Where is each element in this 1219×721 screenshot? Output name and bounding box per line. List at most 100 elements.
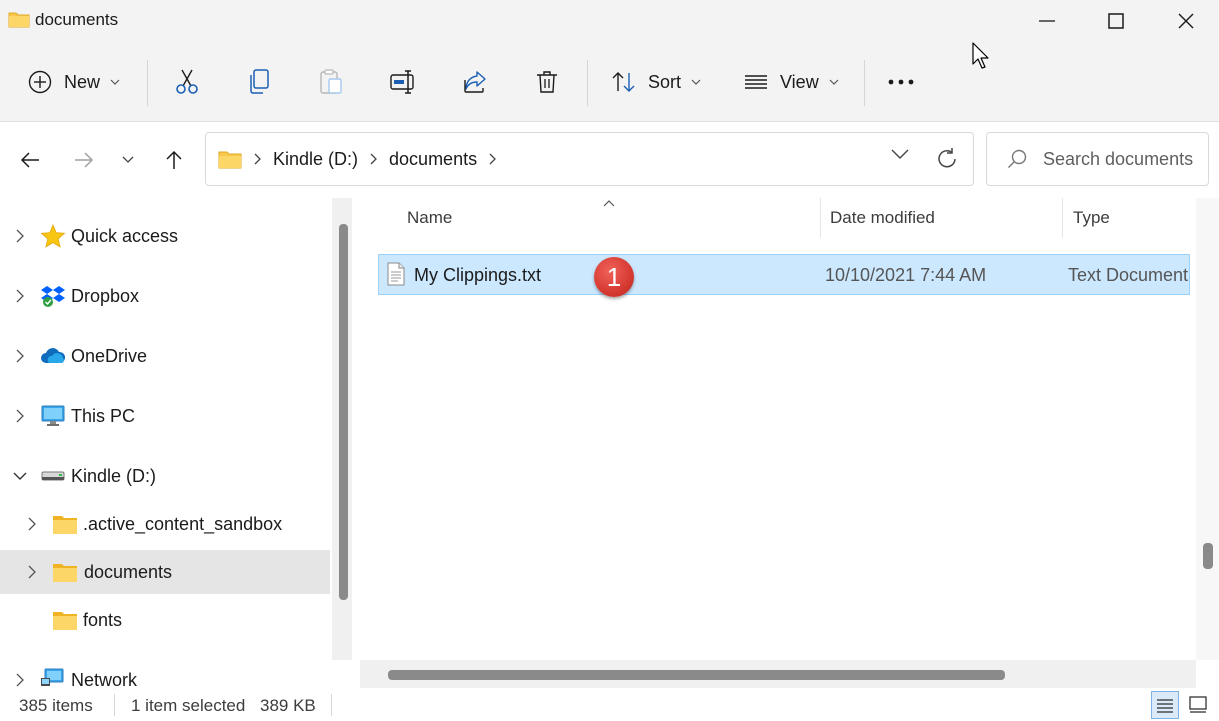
sort-ascending-icon bbox=[603, 200, 615, 207]
arrow-up-icon bbox=[166, 150, 182, 169]
column-divider[interactable] bbox=[1062, 198, 1063, 238]
tiles-view-icon bbox=[1189, 696, 1207, 713]
share-button[interactable] bbox=[455, 64, 495, 100]
folder-icon bbox=[8, 12, 30, 28]
status-divider bbox=[331, 694, 332, 716]
tiles-view-button[interactable] bbox=[1184, 691, 1212, 719]
paste-button[interactable] bbox=[311, 64, 351, 100]
scissors-icon bbox=[176, 69, 198, 94]
address-bar[interactable]: Kindle (D:) documents bbox=[205, 132, 974, 186]
text-file-icon bbox=[387, 262, 405, 286]
nav-item-label: fonts bbox=[83, 609, 123, 630]
folder-icon bbox=[52, 560, 78, 584]
nav-pane-scrollbar[interactable] bbox=[332, 198, 352, 660]
up-button[interactable] bbox=[156, 142, 192, 178]
minimize-button[interactable] bbox=[1012, 0, 1082, 42]
scrollbar-thumb[interactable] bbox=[388, 670, 1005, 680]
nav-item-fonts[interactable]: fonts bbox=[0, 598, 330, 642]
file-list: Name Date modified Type My Clippings.txt… bbox=[360, 198, 1196, 660]
maximize-button[interactable] bbox=[1081, 0, 1151, 42]
copy-button[interactable] bbox=[239, 64, 279, 100]
column-header-name[interactable]: Name bbox=[407, 198, 452, 238]
nav-item-label: documents bbox=[84, 561, 173, 582]
back-button[interactable] bbox=[12, 142, 48, 178]
forward-button[interactable] bbox=[66, 142, 102, 178]
chevron-right-icon[interactable] bbox=[370, 153, 377, 165]
more-icon bbox=[888, 79, 914, 85]
search-icon bbox=[1008, 149, 1027, 168]
mouse-cursor-icon bbox=[972, 42, 989, 69]
dropbox-icon bbox=[40, 284, 66, 308]
toolbar-divider bbox=[864, 60, 865, 106]
close-button[interactable] bbox=[1151, 0, 1219, 42]
sort-button[interactable]: Sort bbox=[612, 62, 701, 102]
chevron-right-icon[interactable] bbox=[22, 562, 42, 582]
sort-icon bbox=[612, 72, 635, 92]
nav-item-documents[interactable]: documents bbox=[0, 550, 330, 594]
toolbar-divider bbox=[147, 60, 148, 106]
column-divider[interactable] bbox=[820, 198, 821, 238]
window-title: documents bbox=[35, 10, 119, 29]
nav-item-kindle[interactable]: Kindle (D:) bbox=[0, 454, 330, 498]
nav-item-active-content-sandbox[interactable]: .active_content_sandbox bbox=[0, 502, 330, 546]
cut-button[interactable] bbox=[167, 64, 207, 100]
folder-icon bbox=[218, 151, 242, 169]
column-date-label: Date modified bbox=[830, 208, 935, 227]
command-bar: New Sort View bbox=[0, 42, 1219, 122]
search-box[interactable]: Search documents bbox=[986, 132, 1209, 186]
list-view-icon bbox=[745, 75, 767, 89]
breadcrumb-kindle[interactable]: Kindle (D:) bbox=[273, 149, 358, 170]
address-dropdown-icon[interactable] bbox=[891, 149, 909, 159]
step-number-badge: 1 bbox=[594, 257, 634, 297]
more-options-button[interactable] bbox=[881, 64, 921, 100]
folder-icon bbox=[52, 608, 78, 632]
nav-item-label: .active_content_sandbox bbox=[83, 513, 283, 534]
file-list-scrollbar[interactable] bbox=[1196, 198, 1219, 660]
folder-icon bbox=[52, 512, 78, 536]
details-view-button[interactable] bbox=[1151, 691, 1179, 719]
delete-button[interactable] bbox=[527, 64, 567, 100]
chevron-down-icon[interactable] bbox=[10, 466, 30, 486]
table-row[interactable]: My Clippings.txt 1 10/10/2021 7:44 AM Te… bbox=[378, 254, 1190, 297]
chevron-right-icon[interactable] bbox=[10, 346, 30, 366]
search-placeholder: Search documents bbox=[1043, 148, 1194, 169]
nav-item-onedrive[interactable]: OneDrive bbox=[0, 334, 330, 378]
horizontal-scrollbar[interactable] bbox=[360, 660, 1196, 688]
chevron-down-icon bbox=[122, 156, 134, 163]
maximize-icon bbox=[1108, 13, 1124, 29]
breadcrumb-documents[interactable]: documents bbox=[389, 149, 477, 170]
nav-item-quick-access[interactable]: Quick access bbox=[0, 214, 330, 258]
onedrive-icon bbox=[40, 344, 66, 368]
drive-icon bbox=[40, 464, 66, 488]
new-label: New bbox=[64, 71, 101, 92]
trash-icon bbox=[537, 71, 557, 93]
view-button[interactable]: View bbox=[744, 62, 839, 102]
navigation-pane: Quick access Dropbox OneDrive This PC Ki… bbox=[0, 198, 352, 688]
copy-icon bbox=[250, 69, 269, 94]
refresh-icon[interactable] bbox=[935, 147, 959, 171]
nav-item-this-pc[interactable]: This PC bbox=[0, 394, 330, 438]
nav-item-label: OneDrive bbox=[71, 345, 148, 366]
nav-item-dropbox[interactable]: Dropbox bbox=[0, 274, 330, 318]
rename-button[interactable] bbox=[383, 64, 423, 100]
chevron-right-icon bbox=[254, 153, 261, 165]
chevron-right-icon[interactable] bbox=[22, 514, 42, 534]
new-button[interactable]: New bbox=[28, 62, 120, 102]
chevron-right-icon[interactable] bbox=[10, 226, 30, 246]
scrollbar-thumb[interactable] bbox=[1203, 543, 1213, 569]
nav-item-label: Network bbox=[71, 669, 138, 689]
scrollbar-thumb[interactable] bbox=[339, 224, 348, 600]
details-view-icon bbox=[1157, 699, 1173, 713]
column-name-label: Name bbox=[407, 208, 453, 227]
nav-item-label: Quick access bbox=[71, 225, 179, 246]
recent-locations-button[interactable] bbox=[110, 142, 146, 178]
chevron-right-icon[interactable] bbox=[489, 153, 497, 165]
chevron-right-icon[interactable] bbox=[10, 670, 30, 688]
column-header-date-modified[interactable]: Date modified bbox=[830, 198, 935, 238]
chevron-right-icon[interactable] bbox=[10, 286, 30, 306]
chevron-right-icon[interactable] bbox=[10, 406, 30, 426]
file-type: Text Document bbox=[1068, 265, 1189, 285]
nav-item-network[interactable]: Network bbox=[0, 658, 330, 688]
chevron-down-icon bbox=[691, 79, 701, 85]
column-header-type[interactable]: Type bbox=[1073, 198, 1110, 238]
